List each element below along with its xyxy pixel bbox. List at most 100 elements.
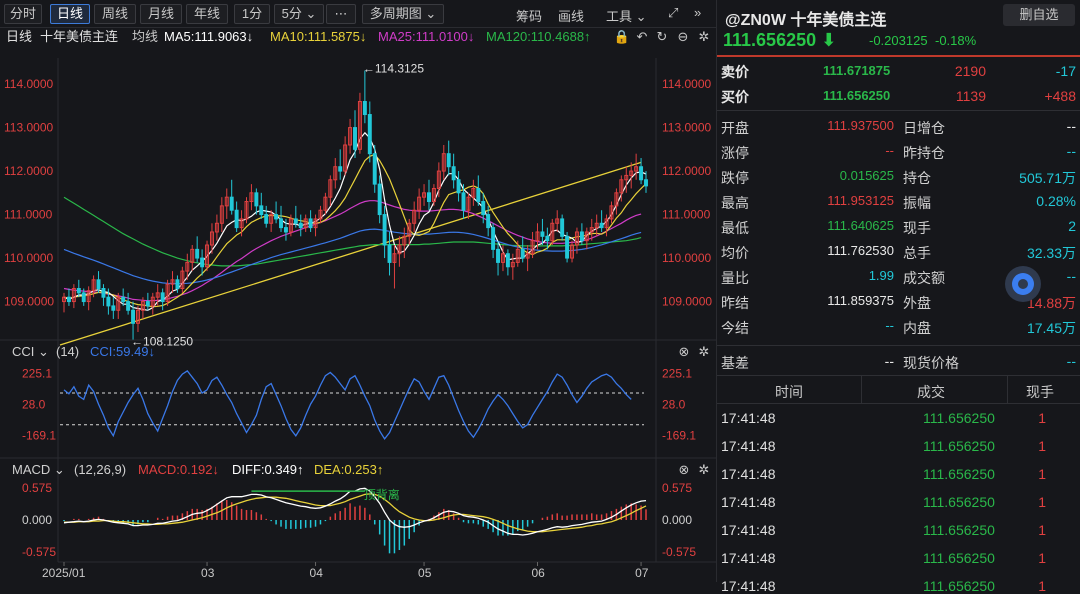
basis-label: 基差: [721, 355, 749, 371]
legend-ma120: MA120:110.4688↑: [486, 29, 591, 44]
macd-value: MACD:0.192↓: [138, 462, 219, 477]
toolbar-link-2[interactable]: 工具 ⌄: [606, 6, 647, 25]
instrument-title: @ZN0W 十年美债主连: [725, 12, 887, 29]
candle-body: [353, 127, 357, 150]
ask-label: 卖价: [721, 64, 749, 80]
candle-body: [160, 292, 165, 303]
tick-price: 111.656250: [923, 410, 995, 426]
last-price: 111.656250 ⬇: [723, 30, 837, 50]
tick-time: 17:41:48: [721, 578, 776, 594]
cci-value: CCI:59.49↓: [90, 344, 155, 359]
candle-body: [362, 100, 367, 116]
x-label: 03: [201, 566, 215, 580]
quote-panel: @ZN0W 十年美债主连 删自选 111.656250 ⬇ -0.203125 …: [716, 0, 1080, 594]
candle-body: [476, 187, 481, 203]
tick-time: 17:41:48: [721, 410, 776, 426]
candle-body: [496, 248, 501, 263]
floating-assistant-icon[interactable]: [1005, 266, 1041, 302]
lock-icon: 🔒: [614, 29, 630, 44]
stat-value: 111.762530: [827, 243, 894, 258]
main-ytick-left: 114.0000: [4, 77, 53, 91]
candle-body: [274, 214, 279, 220]
ask-price: 111.671875: [823, 63, 891, 78]
divider: [1007, 376, 1008, 404]
x-label: 05: [418, 566, 432, 580]
main-ytick-right: 111.0000: [662, 208, 711, 222]
period-button-2[interactable]: 周线: [94, 4, 136, 24]
main-ytick-right: 110.0000: [662, 251, 711, 265]
stat-value: 111.640625: [827, 218, 894, 233]
delete-watchlist-button[interactable]: 删自选: [1003, 4, 1075, 26]
candle-body: [131, 309, 136, 324]
tick-time: 17:41:48: [721, 522, 776, 538]
candle-body: [264, 214, 269, 224]
x-label: 2025/01: [42, 566, 86, 580]
tick-price: 111.656250: [923, 550, 995, 566]
main-ytick-left: 113.0000: [4, 121, 53, 135]
stat-value: 1.99: [868, 268, 894, 283]
period-button-1[interactable]: 日线: [50, 4, 90, 24]
tick-price: 111.656250: [923, 494, 995, 510]
candle-body: [446, 153, 451, 168]
stat-label: 昨持仓: [903, 145, 945, 161]
stat-label: 跌停: [721, 170, 749, 186]
stat-label: 涨停: [721, 145, 749, 161]
stat-value: 111.859375: [827, 293, 894, 308]
main-ytick-right: 112.0000: [662, 164, 711, 178]
gear-icon: ✲: [699, 344, 710, 359]
chart-area[interactable]: 日线 十年美债主连 均线 MA5:111.9063↓ MA10:111.5875↓ MA2…: [0, 28, 716, 582]
period-button-6[interactable]: 5分 ⌄: [274, 4, 324, 24]
tick-time: 17:41:48: [721, 438, 776, 454]
main-ytick-right: 113.0000: [662, 121, 711, 135]
period-button-5[interactable]: 1分: [234, 4, 270, 24]
macd-param: (12,26,9): [74, 462, 126, 477]
fullscreen-icon[interactable]: ⤢: [668, 5, 678, 21]
candle-body: [111, 305, 116, 311]
candle-body: [234, 209, 239, 229]
stat-value: --: [1066, 118, 1076, 134]
tick-volume: 1: [1038, 466, 1046, 482]
candle-body: [545, 235, 550, 242]
period-button-4[interactable]: 年线: [186, 4, 228, 24]
ma-blue-line: [63, 228, 642, 285]
candle-body: [461, 192, 466, 211]
ask-volume: 2190: [954, 63, 986, 79]
tick-volume: 1: [1038, 578, 1046, 594]
tick-volume: 1: [1038, 522, 1046, 538]
divider: [717, 110, 1080, 111]
tick-header: 现手: [1026, 384, 1054, 400]
collapse-icon[interactable]: »: [694, 5, 701, 20]
candle-body: [200, 257, 205, 268]
stat-label: 外盘: [903, 295, 931, 311]
cci-ytick-right: 28.0: [662, 397, 686, 411]
stat-label: 振幅: [903, 195, 931, 211]
stat-label: 日增仓: [903, 120, 945, 136]
tick-volume: 1: [1038, 410, 1046, 426]
stat-label: 均价: [721, 245, 749, 261]
tick-price: 111.656250: [923, 522, 995, 538]
candle-body: [427, 192, 431, 203]
tick-time: 17:41:48: [721, 550, 776, 566]
candle-body: [259, 205, 264, 216]
toolbar-link-1[interactable]: 画线: [558, 6, 584, 25]
period-button-8[interactable]: 多周期图 ⌄: [362, 4, 444, 24]
period-button-3[interactable]: 月线: [140, 4, 182, 24]
stat-label: 最低: [721, 220, 749, 236]
candle-body: [372, 153, 377, 185]
stat-label: 总手: [903, 245, 931, 261]
tick-price: 111.656250: [923, 578, 995, 594]
period-button-7[interactable]: ⋯: [326, 4, 356, 24]
candle-body: [540, 231, 545, 237]
stat-value: 17.45万: [1026, 320, 1076, 336]
stat-label: 现手: [903, 220, 931, 236]
stat-label: 今结: [721, 320, 749, 336]
candle-body: [560, 218, 565, 237]
stat-value: 2: [1068, 218, 1076, 234]
stat-value: 505.71万: [1019, 170, 1076, 186]
toolbar-link-0[interactable]: 筹码: [516, 6, 542, 25]
cci-label: CCI ⌄: [12, 344, 49, 359]
dea-value: DEA:0.253↑: [314, 462, 383, 477]
period-button-0[interactable]: 分时: [4, 4, 42, 24]
candle-body: [377, 183, 382, 216]
candle-body: [639, 166, 644, 181]
